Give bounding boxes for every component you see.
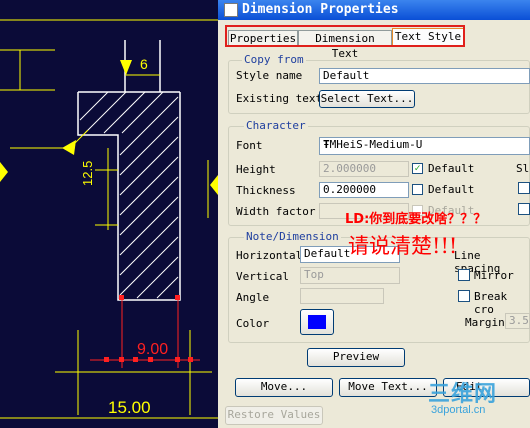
dimension-properties-dialog: Dimension Properties Properties Dimensio… — [218, 0, 530, 428]
mirror-checkbox[interactable] — [458, 269, 470, 281]
window-title: Dimension Properties — [242, 2, 399, 17]
font-label: Font — [236, 139, 263, 152]
tab-highlight-annotation — [225, 25, 465, 47]
color-button[interactable] — [300, 309, 334, 335]
font-select[interactable]: ŦMHeiS-Medium-U — [319, 137, 530, 155]
font-value: MHeiS-Medium-U — [329, 138, 423, 151]
height-default-checkbox[interactable]: ✓ — [412, 163, 423, 174]
group-character-title: Character — [244, 119, 308, 132]
truetype-icon: Ŧ — [323, 138, 330, 151]
dim-text-side: 12.5 — [80, 160, 95, 186]
annotation-question: LD:你到底要改啥？？？ — [345, 212, 487, 227]
margin-label: Margin — [465, 316, 505, 329]
restore-values-button[interactable]: Restore Values — [225, 406, 323, 425]
thickness-label: Thickness — [236, 184, 296, 197]
thickness-default-checkbox[interactable] — [412, 184, 423, 195]
style-name-label: Style name — [236, 69, 303, 82]
watermark-url: 3dportal.cn — [431, 404, 486, 416]
slant-checkbox-1[interactable] — [518, 182, 530, 194]
color-label: Color — [236, 317, 270, 330]
color-swatch — [308, 315, 326, 329]
angle-field[interactable] — [300, 288, 384, 304]
group-copy-from-title: Copy from — [242, 53, 306, 66]
thickness-default-label: Default — [428, 183, 475, 196]
title-bar[interactable]: Dimension Properties — [218, 0, 530, 20]
preview-button[interactable]: Preview — [307, 348, 405, 367]
dim-text-top: 6 — [140, 56, 148, 72]
horizontal-label: Horizontal — [236, 249, 303, 262]
style-name-field[interactable]: Default — [319, 68, 530, 84]
select-text-button[interactable]: Select Text... — [319, 90, 415, 108]
dim-text-bottom: 15.00 — [108, 398, 151, 417]
margin-field[interactable]: 3.50 — [505, 313, 530, 329]
slant-label: Sl — [516, 162, 530, 175]
move-text-button[interactable]: Move Text... — [339, 378, 437, 397]
group-note-dimension-title: Note/Dimension — [244, 230, 341, 243]
vertical-select[interactable]: Top — [300, 267, 400, 284]
slant-checkbox-2[interactable] — [518, 203, 530, 215]
angle-label: Angle — [236, 291, 270, 304]
mirror-label: Mirror — [474, 269, 514, 282]
cad-canvas[interactable]: 6 12.5 9.00 15.00 — [0, 0, 218, 428]
vertical-label: Vertical — [236, 270, 289, 283]
height-label: Height — [236, 163, 276, 176]
height-field[interactable]: 2.000000 — [319, 161, 409, 177]
window-icon — [224, 3, 238, 17]
dim-text-selected[interactable]: 9.00 — [137, 341, 168, 359]
break-checkbox[interactable] — [458, 290, 470, 302]
height-default-label: Default — [428, 162, 475, 175]
existing-text-label: Existing text — [236, 92, 323, 105]
thickness-field[interactable]: 0.200000 — [319, 182, 409, 198]
cad-drawing — [0, 19, 218, 419]
annotation-clarify: 请说清楚!!! — [348, 234, 458, 258]
move-button[interactable]: Move... — [235, 378, 333, 397]
width-factor-label: Width factor — [236, 205, 316, 218]
